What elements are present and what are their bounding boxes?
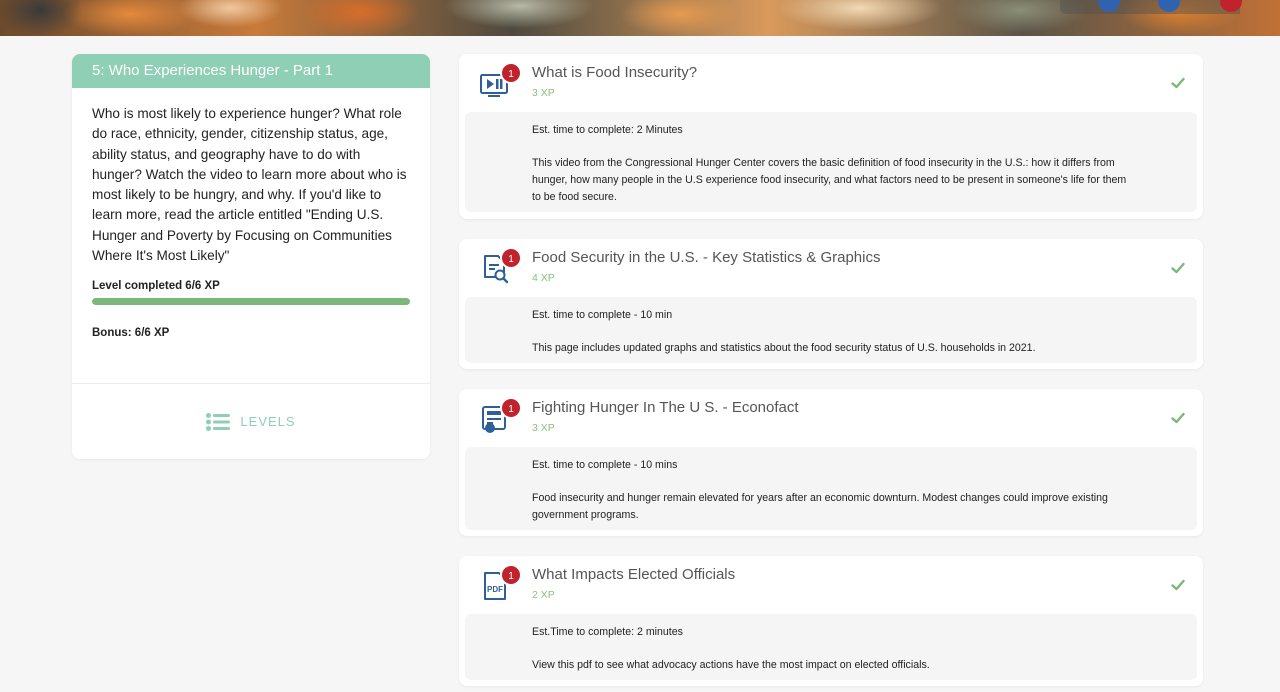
check-icon [1171, 579, 1185, 591]
check-icon [1171, 262, 1185, 274]
activity-title[interactable]: What Impacts Elected Officials [532, 566, 735, 583]
levels-button-label: LEVELS [240, 414, 296, 429]
activity-title[interactable]: What is Food Insecurity? [532, 64, 697, 81]
level-progress-fill [92, 298, 410, 306]
activity-xp: 2 XP [532, 589, 555, 601]
activity-xp: 3 XP [532, 87, 555, 99]
activity-est-time: Est.Time to complete: 2 minutes [532, 626, 683, 638]
activity-detail: Est. time to complete - 10 mins Food ins… [465, 447, 1197, 530]
activity-card[interactable]: 1 Food Security in the U.S. - Key Statis… [459, 239, 1203, 369]
header-banner-image [0, 0, 1280, 36]
level-description: Who is most likely to experience hunger?… [92, 106, 407, 264]
svg-text:PDF: PDF [487, 585, 503, 594]
bonus-label: Bonus: 6/6 XP [92, 327, 170, 340]
notification-badge: 1 [500, 564, 522, 586]
notification-badge: 1 [500, 247, 522, 269]
activity-description: This page includes updated graphs and st… [532, 342, 1036, 354]
activity-detail: Est. time to complete: 2 Minutes This vi… [465, 112, 1197, 212]
activity-card[interactable]: 1 Fighting Hunger In The U S. - Econofac… [459, 389, 1203, 536]
levels-button[interactable]: LEVELS [72, 384, 430, 459]
check-icon [1171, 412, 1185, 424]
notification-badge: 1 [500, 397, 522, 419]
check-icon [1171, 77, 1185, 89]
activity-detail: Est. time to complete - 10 min This page… [465, 297, 1197, 363]
level-progress-bar [92, 298, 410, 306]
activity-xp: 4 XP [532, 272, 555, 284]
activity-description: Food insecurity and hunger remain elevat… [532, 492, 1108, 521]
banner-topbar [1060, 0, 1240, 14]
activity-detail: Est.Time to complete: 2 minutes View thi… [465, 614, 1197, 680]
activity-title[interactable]: Food Security in the U.S. - Key Statisti… [532, 249, 880, 266]
activity-card[interactable]: 1 What is Food Insecurity? 3 XP Est. tim… [459, 54, 1203, 219]
list-icon [206, 412, 231, 431]
activity-est-time: Est. time to complete - 10 mins [532, 459, 678, 471]
activity-xp: 3 XP [532, 422, 555, 434]
activity-description: View this pdf to see what advocacy actio… [532, 659, 930, 671]
notification-badge: 1 [500, 62, 522, 84]
activity-est-time: Est. time to complete - 10 min [532, 309, 673, 321]
activity-est-time: Est. time to complete: 2 Minutes [532, 124, 683, 136]
activity-description: This video from the Congressional Hunger… [532, 157, 1127, 203]
activity-card[interactable]: PDF 1 What Impacts Elected Officials 2 X… [459, 556, 1203, 686]
level-completed-label: Level completed 6/6 XP [92, 280, 220, 293]
level-card: 5: Who Experiences Hunger - Part 1 Who i… [72, 54, 430, 459]
activity-title[interactable]: Fighting Hunger In The U S. - Econofact [532, 399, 799, 416]
level-title: 5: Who Experiences Hunger - Part 1 [72, 54, 430, 88]
